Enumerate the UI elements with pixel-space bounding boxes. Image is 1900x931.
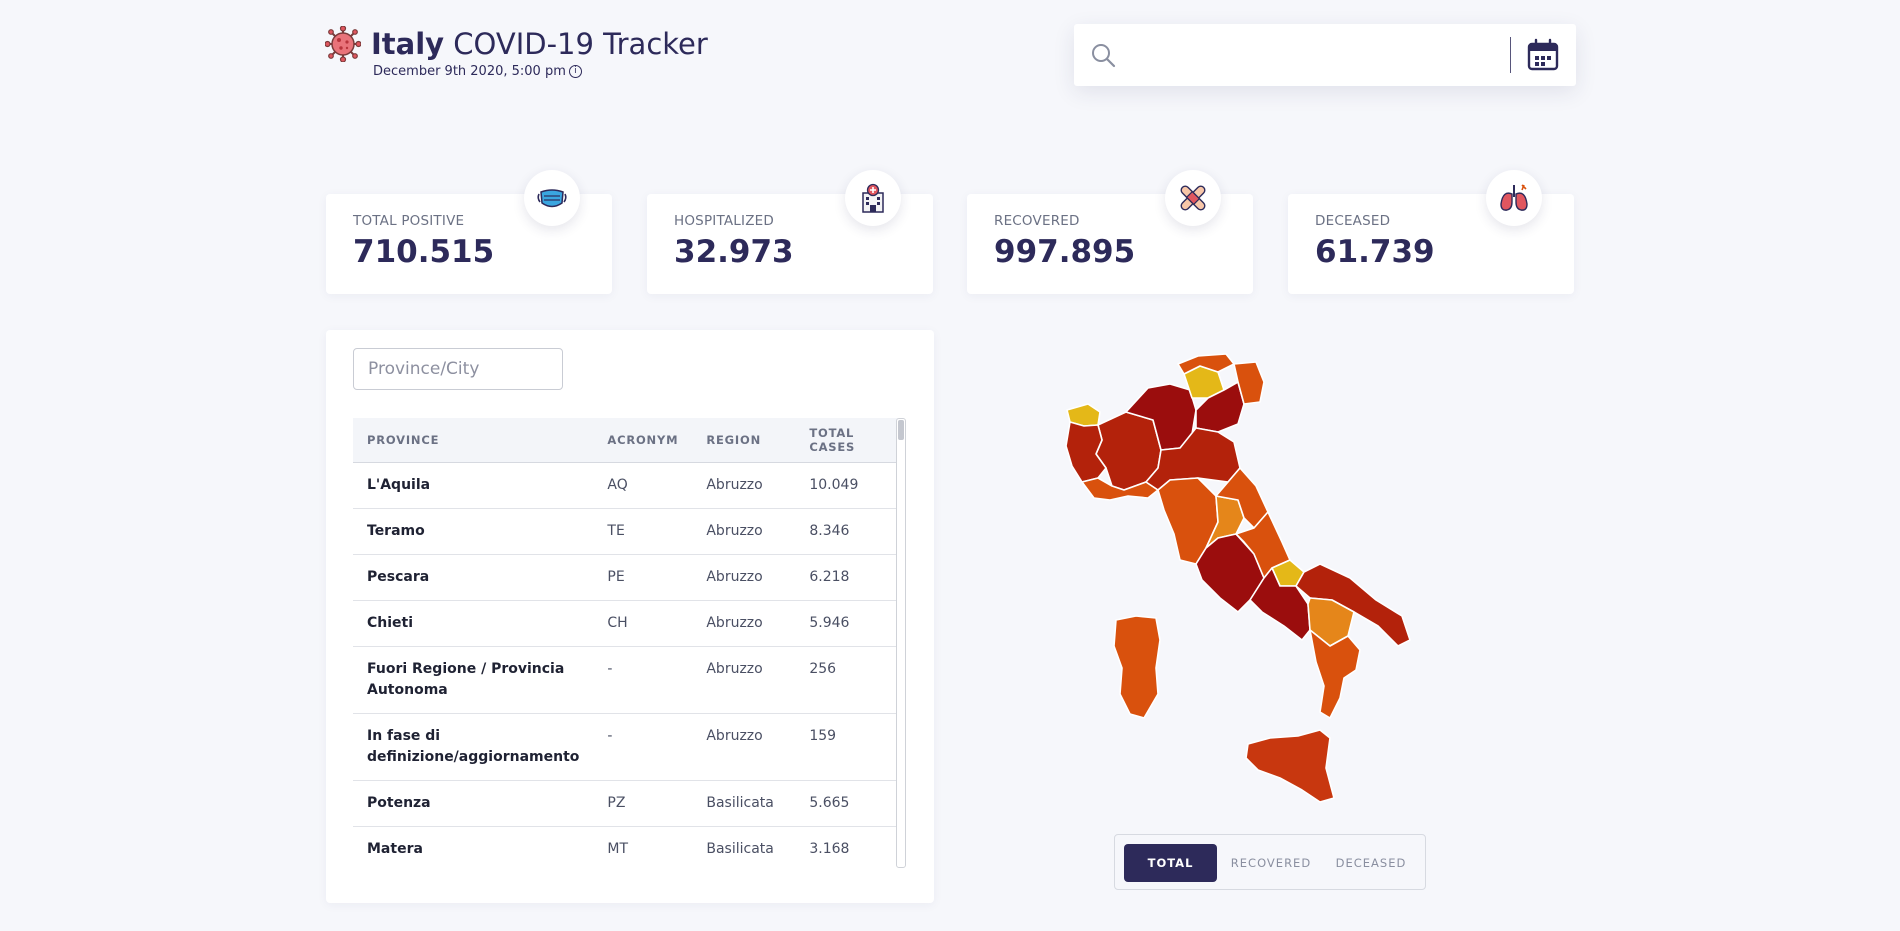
cell-region: Basilicata (692, 780, 796, 827)
bandage-icon (1165, 170, 1221, 226)
table-row[interactable]: L'Aquila AQ Abruzzo 10.049 (353, 462, 898, 509)
table-row[interactable]: In fase di definizione/aggiornamento - A… (353, 713, 898, 781)
update-date: December 9th 2020, 5:00 pm (373, 64, 566, 79)
toggle-deceased[interactable]: DECEASED (1325, 844, 1417, 882)
cell-total-cases: 8.346 (795, 508, 898, 555)
cell-acronym: CH (593, 600, 693, 647)
column-header-total-cases[interactable]: TOTAL CASES (795, 418, 898, 463)
cell-province: Fuori Regione / Provincia Autonoma (353, 646, 594, 714)
page-title: Italy COVID-19 Tracker (371, 22, 708, 66)
stat-label: TOTAL POSITIVE (353, 213, 465, 229)
table-row[interactable]: Pescara PE Abruzzo 6.218 (353, 554, 898, 601)
info-icon[interactable]: i (568, 65, 582, 78)
cell-acronym: AQ (593, 462, 693, 509)
stat-label: HOSPITALIZED (674, 213, 774, 229)
title-country: Italy (371, 27, 445, 61)
cell-total-cases: 10.049 (795, 462, 898, 509)
update-timestamp: December 9th 2020, 5:00 pm i (373, 64, 582, 79)
virus-icon (325, 26, 361, 62)
map-region[interactable] (1245, 729, 1335, 803)
search-icon (1092, 44, 1116, 68)
cell-province: Pescara (353, 554, 594, 601)
table-row[interactable]: Teramo TE Abruzzo 8.346 (353, 508, 898, 555)
province-table-panel: PROVINCE ACRONYM REGION TOTAL CASES L'Aq… (326, 330, 934, 903)
search-divider (1510, 37, 1511, 73)
cell-region: Abruzzo (692, 508, 796, 555)
cell-acronym: MT (593, 826, 693, 868)
stat-value: 61.739 (1315, 234, 1435, 270)
table-row[interactable]: Chieti CH Abruzzo 5.946 (353, 600, 898, 647)
stat-value: 997.895 (994, 234, 1136, 270)
table-row[interactable]: Potenza PZ Basilicata 5.665 (353, 780, 898, 827)
lungs-icon (1486, 170, 1542, 226)
cell-province: L'Aquila (353, 462, 594, 509)
column-header-acronym[interactable]: ACRONYM (593, 418, 693, 463)
province-filter-input[interactable] (353, 348, 563, 390)
table-header-row: PROVINCE ACRONYM REGION TOTAL CASES (353, 418, 898, 463)
province-table[interactable]: PROVINCE ACRONYM REGION TOTAL CASES L'Aq… (353, 418, 898, 868)
stat-label: DECEASED (1315, 213, 1391, 229)
cell-province: Teramo (353, 508, 594, 555)
stat-value: 710.515 (353, 234, 495, 270)
toggle-total[interactable]: TOTAL (1124, 844, 1217, 882)
map-region[interactable] (1113, 615, 1161, 719)
scrollbar-thumb[interactable] (898, 420, 904, 440)
map-metric-toggle: TOTAL RECOVERED DECEASED (1114, 834, 1426, 890)
hospital-icon (845, 170, 901, 226)
cell-region: Basilicata (692, 826, 796, 868)
cell-region: Abruzzo (692, 554, 796, 601)
cell-region: Abruzzo (692, 600, 796, 647)
cell-province: Chieti (353, 600, 594, 647)
cell-province: In fase di definizione/aggiornamento (353, 713, 594, 781)
toggle-recovered[interactable]: RECOVERED (1223, 844, 1319, 882)
stat-label: RECOVERED (994, 213, 1080, 229)
cell-total-cases: 6.218 (795, 554, 898, 601)
cell-acronym: PE (593, 554, 693, 601)
cell-acronym: TE (593, 508, 693, 555)
stat-value: 32.973 (674, 234, 794, 270)
title-text: COVID-19 Tracker (444, 27, 708, 61)
cell-acronym: - (593, 713, 693, 781)
mask-icon (524, 170, 580, 226)
column-header-region[interactable]: REGION (692, 418, 796, 463)
cell-acronym: - (593, 646, 693, 714)
table-row[interactable]: Fuori Regione / Provincia Autonoma - Abr… (353, 646, 898, 714)
cell-region: Abruzzo (692, 713, 796, 781)
search-input[interactable] (1130, 38, 1570, 72)
italy-map (1065, 353, 1411, 803)
cell-total-cases: 5.946 (795, 600, 898, 647)
cell-total-cases: 159 (795, 713, 898, 781)
cell-region: Abruzzo (692, 462, 796, 509)
table-scrollbar[interactable] (896, 418, 906, 868)
cell-total-cases: 3.168 (795, 826, 898, 868)
map-region[interactable] (1309, 629, 1361, 719)
table-row[interactable]: Matera MT Basilicata 3.168 (353, 826, 898, 868)
cell-province: Potenza (353, 780, 594, 827)
cell-region: Abruzzo (692, 646, 796, 714)
cell-total-cases: 256 (795, 646, 898, 714)
search-box (1074, 24, 1576, 86)
column-header-province[interactable]: PROVINCE (353, 418, 594, 463)
cell-province: Matera (353, 826, 594, 868)
cell-total-cases: 5.665 (795, 780, 898, 827)
calendar-icon[interactable] (1526, 38, 1560, 72)
cell-acronym: PZ (593, 780, 693, 827)
